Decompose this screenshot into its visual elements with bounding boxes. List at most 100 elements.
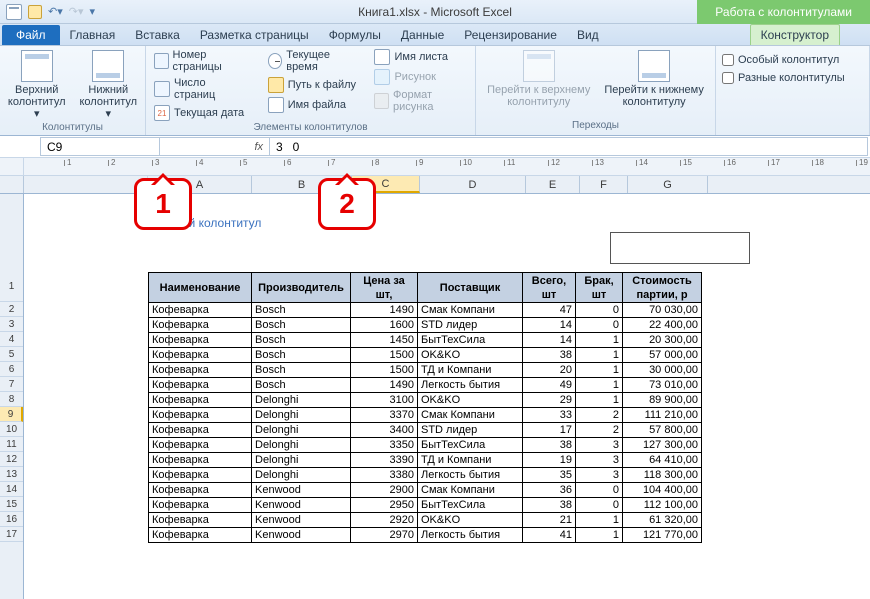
file-tab[interactable]: Файл xyxy=(2,25,60,45)
tab-formulas[interactable]: Формулы xyxy=(319,25,391,45)
table-row[interactable]: КофеваркаDelonghi3400STD лидер17257 800,… xyxy=(149,423,702,438)
row-header-16[interactable]: 16 xyxy=(0,512,23,527)
cell[interactable]: Кофеварка xyxy=(149,498,252,513)
cell[interactable]: Kenwood xyxy=(252,498,351,513)
cell[interactable]: Кофеварка xyxy=(149,468,252,483)
cell[interactable]: 3 xyxy=(576,438,623,453)
cell[interactable]: 20 300,00 xyxy=(623,333,702,348)
cell[interactable]: 36 xyxy=(523,483,576,498)
cell[interactable]: Delonghi xyxy=(252,438,351,453)
cell[interactable]: 1500 xyxy=(351,363,418,378)
cell[interactable]: OK&KO xyxy=(418,348,523,363)
cell[interactable]: 112 100,00 xyxy=(623,498,702,513)
row-header-15[interactable]: 15 xyxy=(0,497,23,512)
table-row[interactable]: КофеваркаBosch1600STD лидер14022 400,00 xyxy=(149,318,702,333)
table-header[interactable]: Наименование xyxy=(149,273,252,303)
table-row[interactable]: КофеваркаKenwood2970Легкость бытия411121… xyxy=(149,528,702,543)
row-header-5[interactable]: 5 xyxy=(0,347,23,362)
cell[interactable]: OK&KO xyxy=(418,393,523,408)
cell[interactable]: 1 xyxy=(576,333,623,348)
fx-icon[interactable]: fx xyxy=(254,141,263,153)
cell[interactable]: 38 xyxy=(523,498,576,513)
cell[interactable]: 0 xyxy=(576,318,623,333)
table-row[interactable]: КофеваркаDelonghi3390ТД и Компани19364 4… xyxy=(149,453,702,468)
cell[interactable]: 3 xyxy=(576,468,623,483)
cell[interactable]: Bosch xyxy=(252,303,351,318)
cell[interactable]: Кофеварка xyxy=(149,378,252,393)
cell[interactable]: STD лидер xyxy=(418,423,523,438)
cell[interactable]: 1 xyxy=(576,393,623,408)
cell[interactable]: БытТехСила xyxy=(418,438,523,453)
cell[interactable]: Bosch xyxy=(252,318,351,333)
cell[interactable]: 49 xyxy=(523,378,576,393)
table-row[interactable]: КофеваркаBosch1490Смак Компани47070 030,… xyxy=(149,303,702,318)
row-header-4[interactable]: 4 xyxy=(0,332,23,347)
cell[interactable]: 1450 xyxy=(351,333,418,348)
cell[interactable]: Смак Компани xyxy=(418,408,523,423)
current-time-button[interactable]: Текущее время xyxy=(266,48,359,74)
row-header-12[interactable]: 12 xyxy=(0,452,23,467)
cell[interactable]: 1 xyxy=(576,378,623,393)
cell[interactable]: 1 xyxy=(576,528,623,543)
cell[interactable]: Кофеварка xyxy=(149,453,252,468)
cell[interactable]: 1 xyxy=(576,348,623,363)
cell[interactable]: 3370 xyxy=(351,408,418,423)
cell[interactable]: 1500 xyxy=(351,348,418,363)
sheet-name-button[interactable]: Имя листа xyxy=(372,48,450,66)
cell[interactable]: 3100 xyxy=(351,393,418,408)
cell[interactable]: БытТехСила xyxy=(418,333,523,348)
qat-dropdown-icon[interactable]: ▾ xyxy=(90,5,96,18)
cell[interactable]: БытТехСила xyxy=(418,498,523,513)
save-icon[interactable] xyxy=(28,5,42,19)
table-row[interactable]: КофеваркаDelonghi3100OK&KO29189 900,00 xyxy=(149,393,702,408)
cell[interactable]: 104 400,00 xyxy=(623,483,702,498)
cell[interactable]: 2970 xyxy=(351,528,418,543)
table-row[interactable]: КофеваркаBosch1500ТД и Компани20130 000,… xyxy=(149,363,702,378)
cell[interactable]: 3400 xyxy=(351,423,418,438)
cell[interactable]: 2 xyxy=(576,408,623,423)
cell[interactable]: 3350 xyxy=(351,438,418,453)
undo-icon[interactable]: ↶▾ xyxy=(48,5,63,18)
name-box[interactable]: C9 xyxy=(40,137,160,156)
cell[interactable]: Кофеварка xyxy=(149,438,252,453)
redo-icon[interactable]: ↷▾ xyxy=(69,5,84,18)
cell[interactable]: 20 xyxy=(523,363,576,378)
cell[interactable]: 118 300,00 xyxy=(623,468,702,483)
cell[interactable]: Кофеварка xyxy=(149,333,252,348)
cell[interactable]: 73 010,00 xyxy=(623,378,702,393)
cell[interactable]: Кофеварка xyxy=(149,408,252,423)
row-header-13[interactable]: 13 xyxy=(0,467,23,482)
cell[interactable]: Kenwood xyxy=(252,528,351,543)
header-button[interactable]: Верхний колонтитул ▾ xyxy=(4,48,70,122)
cell[interactable]: Кофеварка xyxy=(149,483,252,498)
cell[interactable]: 2 xyxy=(576,423,623,438)
cell[interactable]: 2920 xyxy=(351,513,418,528)
goto-footer-button[interactable]: Перейти к нижнему колонтитулу xyxy=(600,48,707,110)
row-header-3[interactable]: 3 xyxy=(0,317,23,332)
cell[interactable]: 127 300,00 xyxy=(623,438,702,453)
cell[interactable]: Bosch xyxy=(252,348,351,363)
cell[interactable]: Смак Компани xyxy=(418,303,523,318)
cell[interactable]: Кофеварка xyxy=(149,363,252,378)
cell[interactable]: Кофеварка xyxy=(149,393,252,408)
row-header-17[interactable]: 17 xyxy=(0,527,23,542)
column-header-E[interactable]: E xyxy=(526,176,580,193)
cell[interactable]: 14 xyxy=(523,318,576,333)
cell[interactable]: 1490 xyxy=(351,378,418,393)
page-count-button[interactable]: Число страниц xyxy=(152,76,252,102)
cell[interactable]: Kenwood xyxy=(252,483,351,498)
cell[interactable]: Кофеварка xyxy=(149,318,252,333)
cell[interactable]: 0 xyxy=(576,303,623,318)
cell[interactable]: ТД и Компани xyxy=(418,453,523,468)
cell[interactable]: 121 770,00 xyxy=(623,528,702,543)
cell[interactable]: OK&KO xyxy=(418,513,523,528)
cell[interactable]: ТД и Компани xyxy=(418,363,523,378)
table-header[interactable]: Брак, шт xyxy=(576,273,623,303)
cell[interactable]: 1 xyxy=(576,363,623,378)
tab-data[interactable]: Данные xyxy=(391,25,454,45)
cell[interactable]: 38 xyxy=(523,348,576,363)
tab-insert[interactable]: Вставка xyxy=(125,25,190,45)
cell[interactable]: Легкость бытия xyxy=(418,528,523,543)
cell[interactable]: 3390 xyxy=(351,453,418,468)
table-row[interactable]: КофеваркаDelonghi3370Смак Компани332111 … xyxy=(149,408,702,423)
